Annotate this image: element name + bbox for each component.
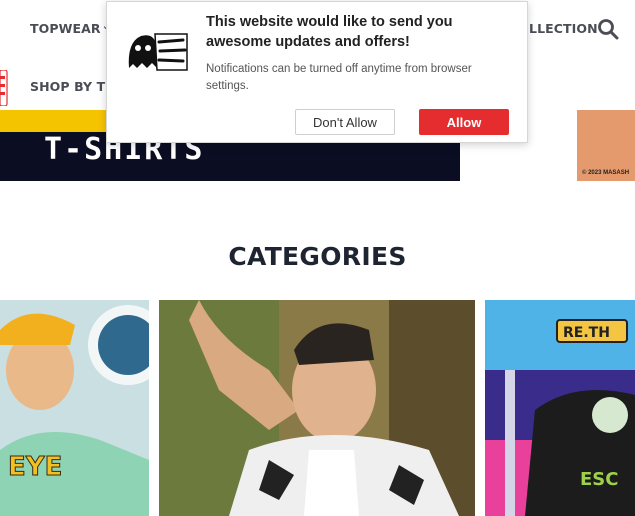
nav-collections[interactable]: LLECTION [529,21,598,36]
banner-copyright: © 2023 MASASH [582,170,630,176]
category-image: RE.TH ESC [485,300,635,516]
nav-topwear[interactable]: TOPWEAR [30,21,112,36]
page: TOPWEAR SHOP BY TH LLECTION T-SHIRTS © 2… [0,0,635,516]
svg-text:EYE: EYE [8,452,62,482]
category-card[interactable]: RE.TH ESC [485,300,635,516]
nav-shop-by-theme-label: SHOP BY TH [30,79,116,94]
nav-shop-by-theme[interactable]: SHOP BY TH [30,79,116,94]
allow-button[interactable]: Allow [419,109,509,135]
svg-text:RE.TH: RE.TH [563,325,610,341]
category-image [159,300,475,516]
brand-logo-fragment[interactable] [0,70,8,106]
category-image: EYE [0,300,149,516]
svg-text:ESC: ESC [580,469,618,490]
hero-banner-secondary[interactable]: © 2023 MASASH [577,110,635,181]
dont-allow-button[interactable]: Don't Allow [295,109,395,135]
categories-heading: CATEGORIES [228,242,407,271]
category-card[interactable]: EYE [0,300,149,516]
souled-store-logo [128,33,188,71]
search-icon[interactable] [597,18,619,40]
nav-topwear-label: TOPWEAR [30,21,101,36]
notification-title: This website would like to send you awes… [206,14,453,50]
notification-permission-dialog: This website would like to send you awes… [106,1,528,143]
category-card[interactable] [159,300,475,516]
notification-body: Notifications can be turned off anytime … [206,63,472,92]
nav-collections-label: LLECTION [529,21,598,36]
